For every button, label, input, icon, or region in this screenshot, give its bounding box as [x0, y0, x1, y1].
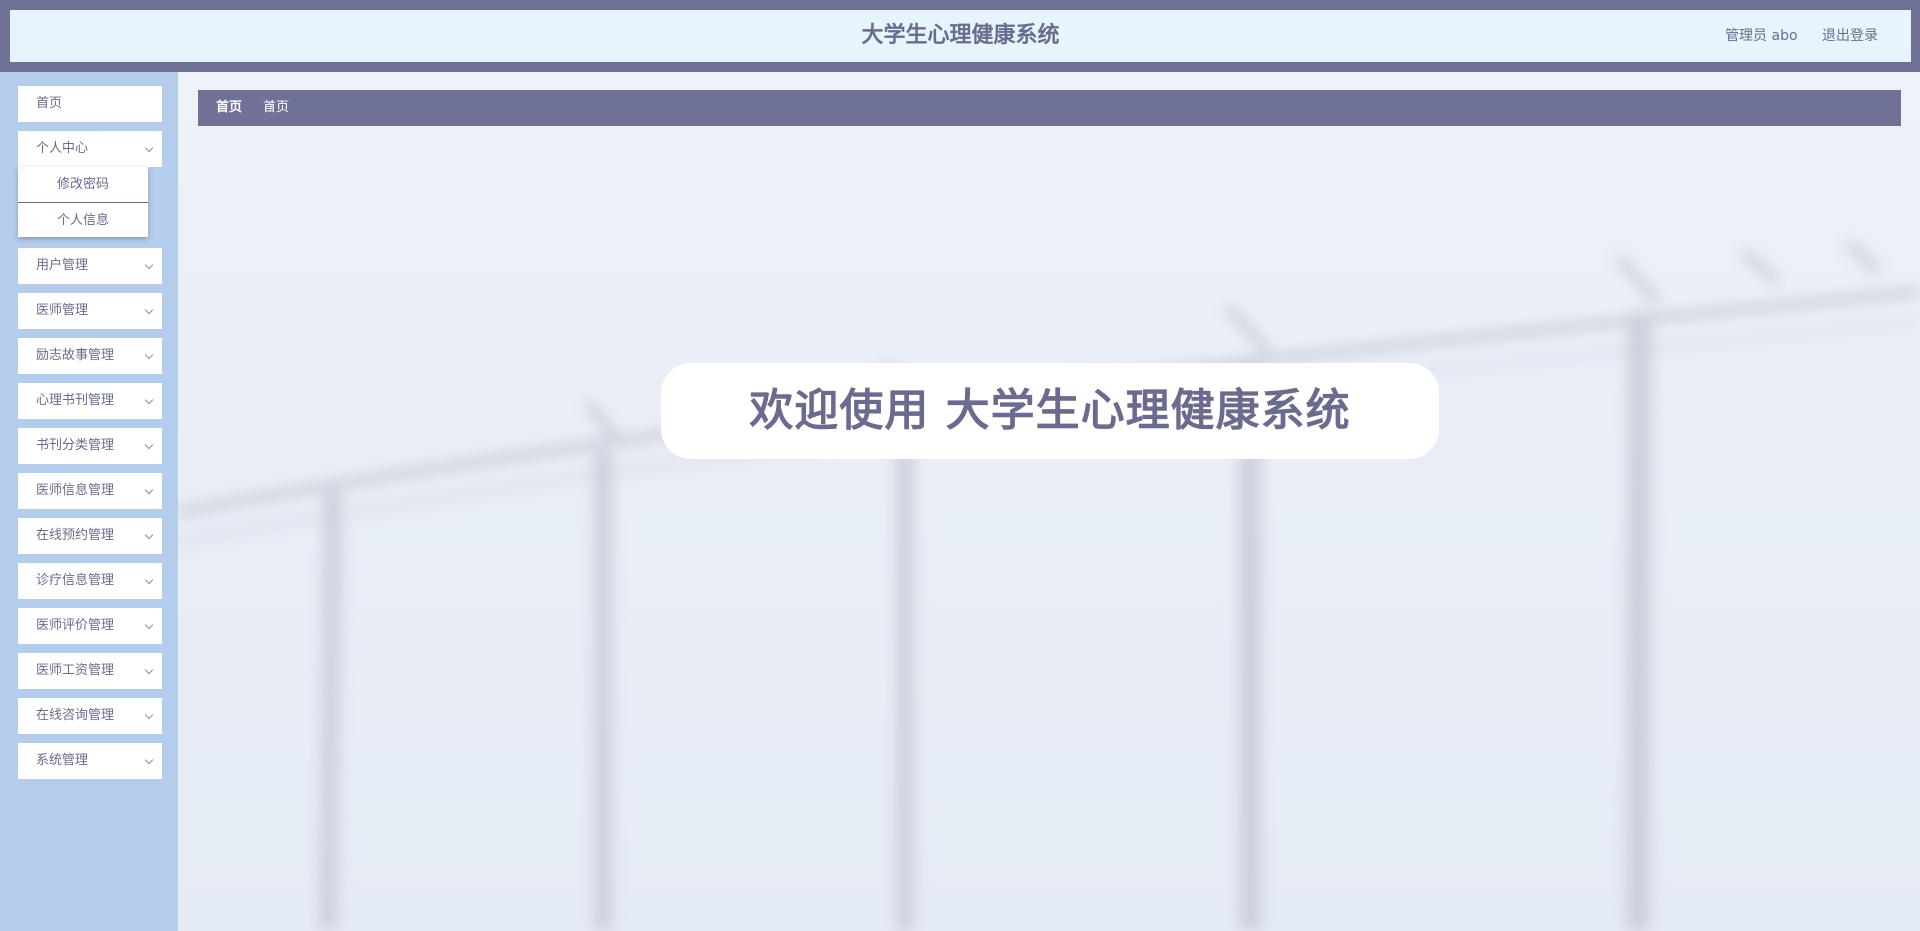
background-image [178, 238, 1920, 931]
sidebar-item-home[interactable]: 首页 [18, 86, 162, 122]
sidebar-item-label: 在线咨询管理 [36, 708, 115, 723]
sidebar-item-label: 医师管理 [36, 303, 89, 318]
header-frame: 大学生心理健康系统 管理员 abo 退出登录 [0, 0, 1920, 72]
sidebar-item-online-consultation[interactable]: 在线咨询管理 [18, 698, 162, 734]
sidebar-item-label: 医师评价管理 [36, 618, 115, 633]
user-label: 管理员 abo [1725, 28, 1798, 44]
sidebar-item-label: 医师信息管理 [36, 483, 115, 498]
sidebar-item-label: 系统管理 [36, 753, 89, 768]
sidebar-item-label: 个人中心 [36, 141, 89, 156]
sidebar-item-user-management[interactable]: 用户管理 [18, 248, 162, 284]
breadcrumb-home[interactable]: 首页 [216, 90, 242, 126]
sidebar-item-system-management[interactable]: 系统管理 [18, 743, 162, 779]
sidebar-item-online-appointments[interactable]: 在线预约管理 [18, 518, 162, 554]
chevron-down-icon [144, 665, 154, 675]
user-area: 管理员 abo 退出登录 [1725, 10, 1878, 62]
chevron-down-icon [144, 143, 154, 153]
chevron-down-icon [144, 755, 154, 765]
chevron-down-icon [144, 530, 154, 540]
sidebar-item-inspirational-stories[interactable]: 励志故事管理 [18, 338, 162, 374]
main-content: 首页 / 首页 欢迎使用 大学生心理健康系统 [178, 72, 1920, 931]
sidebar-item-label: 用户管理 [36, 258, 89, 273]
sidebar-item-doctor-management[interactable]: 医师管理 [18, 293, 162, 329]
breadcrumb-current: 首页 [263, 100, 290, 115]
chevron-down-icon [144, 260, 154, 270]
sidebar-item-doctor-reviews[interactable]: 医师评价管理 [18, 608, 162, 644]
sidebar-item-personal-center[interactable]: 个人中心 [18, 131, 162, 167]
sidebar-item-doctor-salary[interactable]: 医师工资管理 [18, 653, 162, 689]
sidebar-item-label: 医师工资管理 [36, 663, 115, 678]
sidebar-item-treatment-info[interactable]: 诊疗信息管理 [18, 563, 162, 599]
breadcrumb: 首页 / 首页 [198, 90, 1901, 126]
sidebar-item-label: 首页 [36, 96, 63, 111]
sidebar-item-book-categories[interactable]: 书刊分类管理 [18, 428, 162, 464]
sidebar-item-label: 励志故事管理 [36, 348, 115, 363]
personal-center-submenu: 修改密码 个人信息 [18, 167, 148, 237]
chevron-down-icon [144, 710, 154, 720]
submenu-item-personal-info[interactable]: 个人信息 [18, 202, 148, 237]
header: 大学生心理健康系统 管理员 abo 退出登录 [10, 10, 1911, 62]
chevron-down-icon [144, 620, 154, 630]
sidebar-item-label: 书刊分类管理 [36, 438, 115, 453]
welcome-banner: 欢迎使用 大学生心理健康系统 [661, 363, 1439, 459]
chevron-down-icon [144, 440, 154, 450]
app-title: 大学生心理健康系统 [861, 23, 1060, 48]
logout-link[interactable]: 退出登录 [1822, 10, 1878, 62]
sidebar-item-label: 在线预约管理 [36, 528, 115, 543]
chevron-down-icon [144, 485, 154, 495]
sidebar-item-psych-books[interactable]: 心理书刊管理 [18, 383, 162, 419]
submenu-item-change-password[interactable]: 修改密码 [18, 167, 148, 202]
chevron-down-icon [144, 395, 154, 405]
sidebar-item-label: 心理书刊管理 [36, 393, 115, 408]
chevron-down-icon [144, 350, 154, 360]
sidebar-item-label: 诊疗信息管理 [36, 573, 115, 588]
chevron-down-icon [144, 575, 154, 585]
sidebar-item-doctor-info[interactable]: 医师信息管理 [18, 473, 162, 509]
chevron-down-icon [144, 305, 154, 315]
